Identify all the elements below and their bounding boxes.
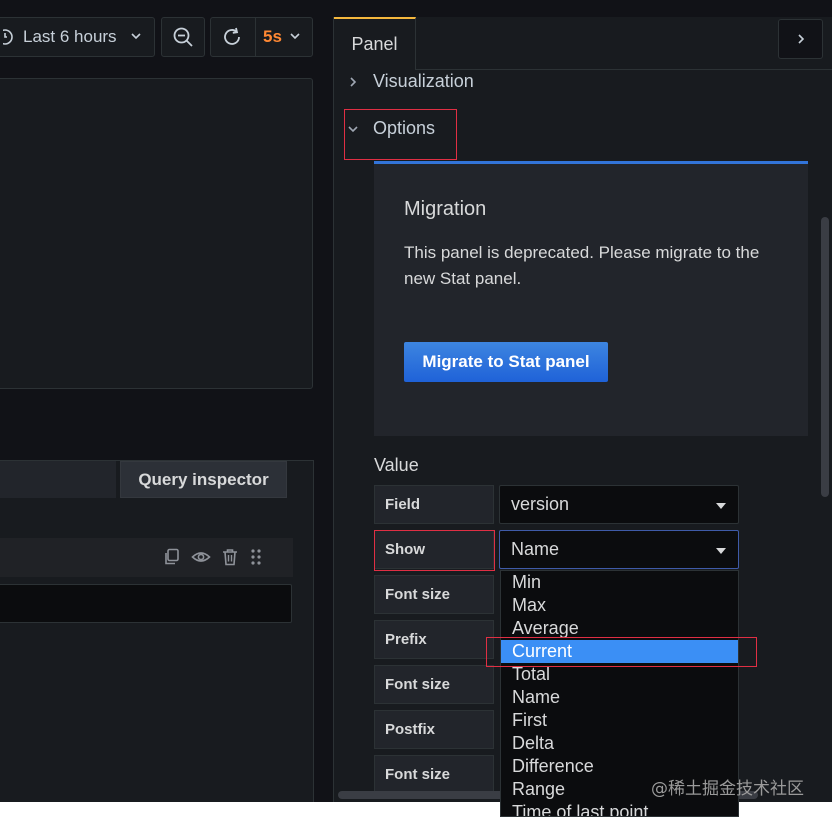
drag-handle-icon[interactable] <box>249 548 263 566</box>
dropdown-option[interactable]: Min <box>501 571 738 594</box>
query-row-actions <box>163 548 263 566</box>
show-select-value: Name <box>511 539 560 559</box>
query-tab[interactable] <box>0 461 116 498</box>
migrate-to-stat-button[interactable]: Migrate to Stat panel <box>404 342 608 382</box>
refresh-divider <box>255 18 256 56</box>
chevron-down-icon <box>131 33 141 40</box>
font-size-label: Font size <box>374 575 494 614</box>
refresh-rate-label[interactable]: 5s <box>263 27 282 47</box>
annotation-box-current <box>486 637 757 667</box>
migration-title: Migration <box>404 198 487 220</box>
clock-icon <box>3 29 13 45</box>
dropdown-option[interactable]: Delta <box>501 732 738 755</box>
chevron-right-icon <box>350 76 357 87</box>
annotation-box-show <box>374 530 495 571</box>
caret-down-icon <box>716 548 726 554</box>
dropdown-option[interactable]: Name <box>501 686 738 709</box>
chevron-right-icon <box>797 34 804 44</box>
collapse-pane-button[interactable] <box>778 19 823 59</box>
field-select-value: version <box>511 494 570 514</box>
font-size-label: Font size <box>374 665 494 704</box>
tabs-divider <box>416 69 832 70</box>
chevron-down-icon <box>290 33 300 40</box>
field-label: Field <box>374 485 494 524</box>
query-inspector-button[interactable]: Query inspector <box>120 461 287 498</box>
dropdown-option[interactable]: Max <box>501 594 738 617</box>
field-select[interactable]: version <box>499 485 739 524</box>
migration-alert: Migration This panel is deprecated. Plea… <box>374 161 808 436</box>
show-select[interactable]: Name <box>499 530 739 569</box>
section-visualization-label: Visualization <box>373 71 474 91</box>
dropdown-option[interactable]: First <box>501 709 738 732</box>
annotation-box-options <box>344 109 457 160</box>
caret-down-icon <box>716 503 726 509</box>
time-range-picker[interactable]: Last 6 hours <box>0 17 155 57</box>
vertical-scrollbar[interactable] <box>821 217 829 497</box>
dropdown-option[interactable]: Time of last point <box>501 801 738 816</box>
prefix-label: Prefix <box>374 620 494 659</box>
time-range-label: Last 6 hours <box>23 27 117 46</box>
value-heading: Value <box>374 455 419 475</box>
migration-text: This panel is deprecated. Please migrate… <box>404 243 760 288</box>
refresh-picker[interactable]: 5s <box>210 17 313 57</box>
refresh-icon <box>224 27 240 45</box>
panel-preview <box>0 78 313 389</box>
copy-icon[interactable] <box>163 548 181 566</box>
eye-icon[interactable] <box>191 548 211 566</box>
zoom-out-button[interactable] <box>161 17 205 57</box>
section-visualization[interactable]: Visualization <box>347 71 474 92</box>
postfix-label: Postfix <box>374 710 494 749</box>
query-editor-area <box>0 460 314 802</box>
tab-panel[interactable]: Panel <box>334 17 416 70</box>
watermark: @稀土掘金技术社区 <box>651 779 804 799</box>
font-size-label: Font size <box>374 755 494 794</box>
trash-icon[interactable] <box>221 548 239 566</box>
query-input[interactable] <box>0 584 292 623</box>
zoom-out-icon <box>173 27 193 47</box>
